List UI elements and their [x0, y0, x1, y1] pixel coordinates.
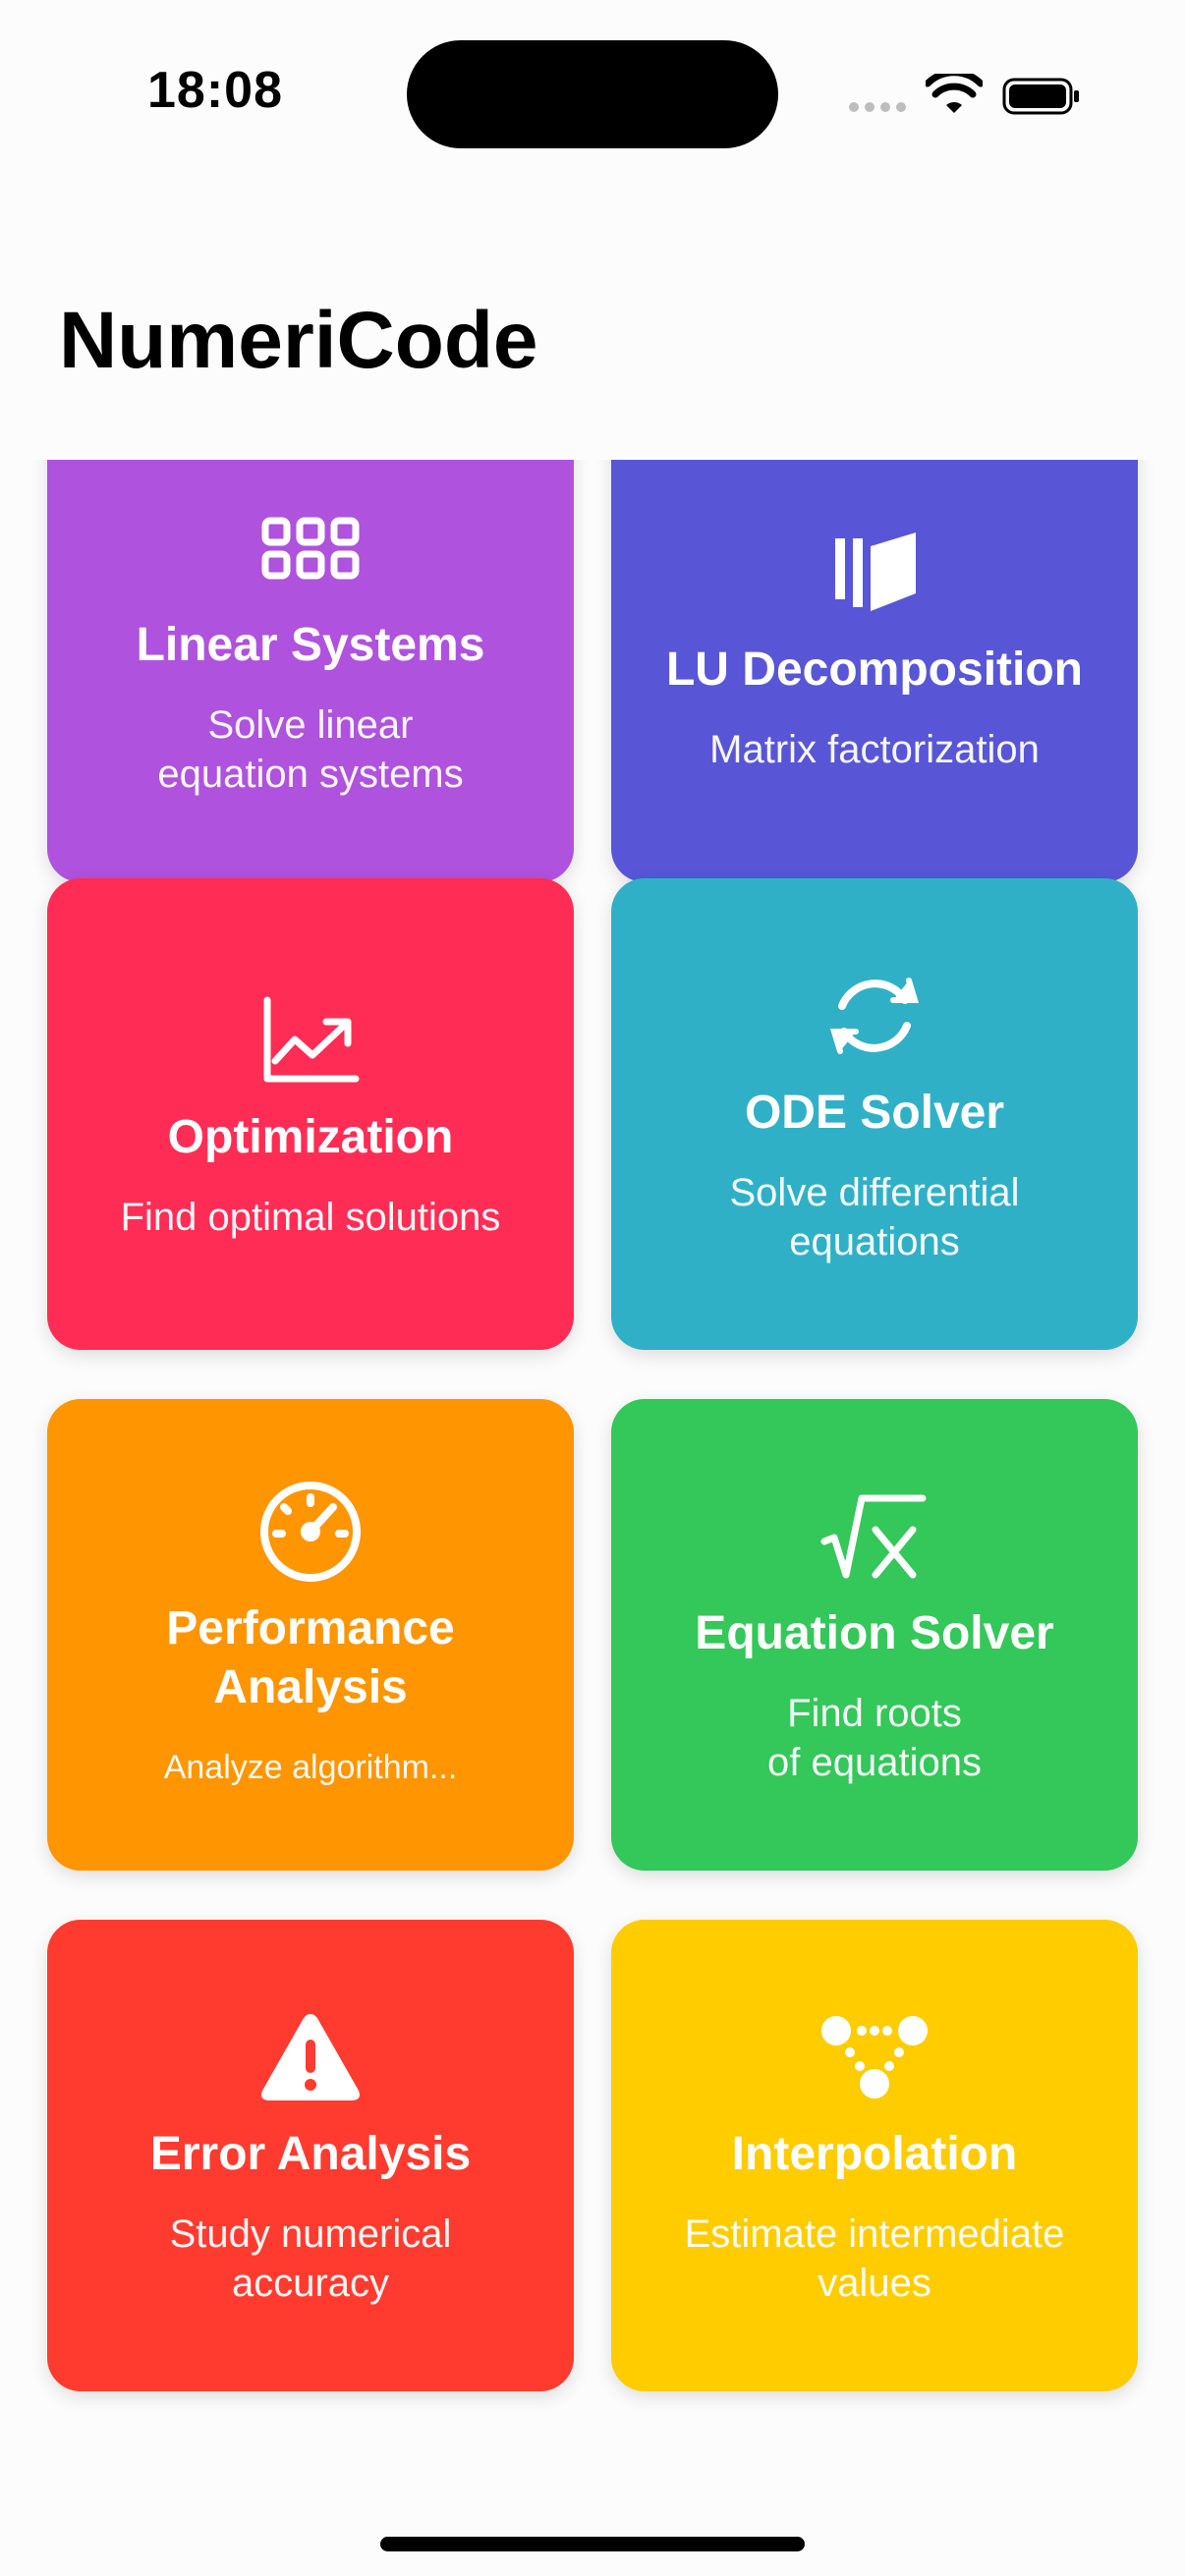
- grid-icon: [256, 494, 365, 602]
- status-bar: 18:08: [0, 0, 1185, 187]
- card-subtitle: Solve linear equation systems: [157, 703, 464, 796]
- card-subtitle: Matrix factorization: [709, 728, 1040, 771]
- gauge-icon: [256, 1478, 365, 1586]
- battery-icon: [1002, 78, 1079, 115]
- card-optimization[interactable]: Optimization Find optimal solutions: [47, 878, 574, 1350]
- wifi-icon: [926, 74, 983, 113]
- home-indicator[interactable]: [380, 2537, 805, 2551]
- card-subtitle: Find roots of equations: [767, 1692, 982, 1784]
- layers-icon: [820, 519, 929, 627]
- card-title: LU Decomposition: [665, 644, 1083, 696]
- card-title: Optimization: [167, 1111, 454, 1163]
- card-title: ODE Solver: [744, 1087, 1005, 1139]
- dynamic-island: [407, 40, 778, 148]
- cellular-signal-icon: [849, 102, 906, 112]
- card-subtitle: Find optimal solutions: [120, 1196, 501, 1239]
- card-interpolation[interactable]: Interpolation Estimate intermediate valu…: [611, 1920, 1138, 2391]
- page-title: NumeriCode: [59, 296, 538, 385]
- card-lu-decomposition[interactable]: LU Decomposition Matrix factorization: [611, 460, 1138, 882]
- card-subtitle: Solve differential equations: [729, 1171, 1020, 1263]
- card-equation-solver[interactable]: Equation Solver Find roots of equations: [611, 1399, 1138, 1871]
- card-title: Performance Analysis: [166, 1602, 455, 1713]
- card-subtitle: Analyze algorithm...: [163, 1749, 458, 1786]
- refresh-arrows-icon: [820, 962, 929, 1070]
- dots-network-icon: [820, 2003, 929, 2111]
- card-subtitle: Study numerical accuracy: [169, 2212, 452, 2305]
- card-error-analysis[interactable]: Error Analysis Study numerical accuracy: [47, 1920, 574, 2391]
- card-title: Equation Solver: [695, 1607, 1054, 1659]
- card-subtitle: Estimate intermediate values: [684, 2212, 1065, 2305]
- card-ode-solver[interactable]: ODE Solver Solve differential equations: [611, 878, 1138, 1350]
- status-time: 18:08: [147, 62, 283, 119]
- card-performance-analysis[interactable]: Performance Analysis Analyze algorithm..…: [47, 1399, 574, 1871]
- card-title: Linear Systems: [136, 619, 485, 671]
- card-title: Interpolation: [731, 2128, 1018, 2180]
- card-linear-systems[interactable]: Linear Systems Solve linear equation sys…: [47, 460, 574, 882]
- square-root-icon: [820, 1483, 929, 1591]
- card-title: Error Analysis: [149, 2128, 472, 2180]
- warning-triangle-icon: [256, 2003, 365, 2111]
- trend-up-chart-icon: [256, 986, 365, 1094]
- tools-grid[interactable]: Linear Systems Solve linear equation sys…: [0, 460, 1185, 2484]
